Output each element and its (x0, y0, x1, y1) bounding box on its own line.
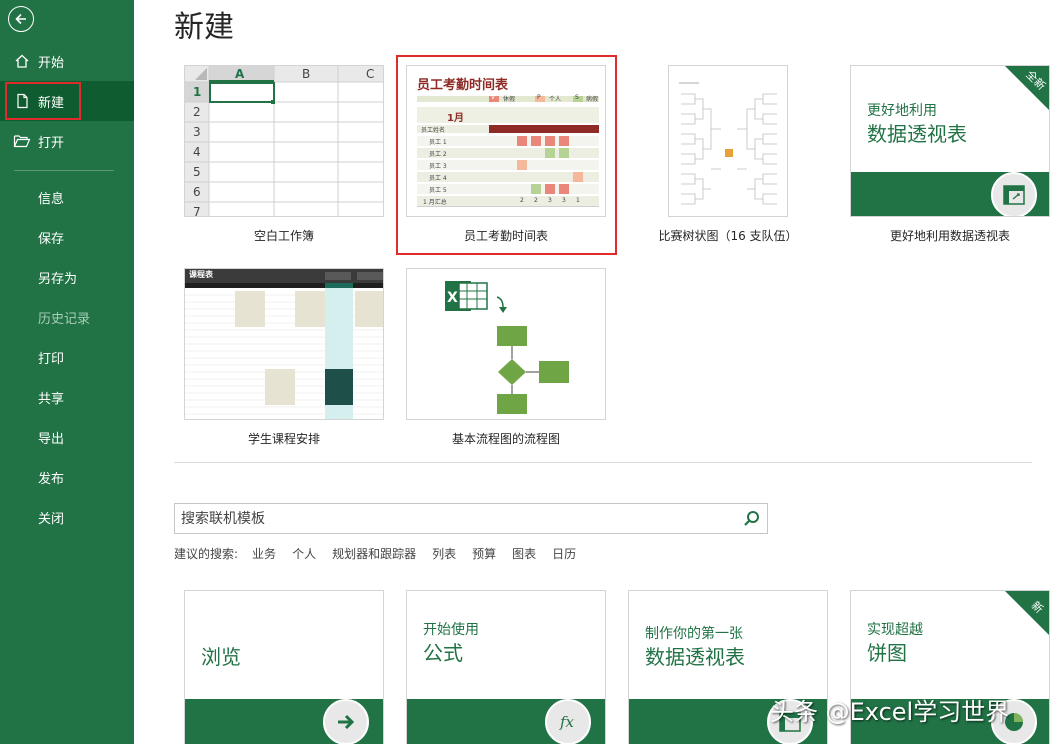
nav-label: 另存为 (38, 271, 78, 287)
tutorial-title: 饼图 (867, 641, 907, 665)
nav-label: 信息 (38, 191, 65, 207)
suggested-link[interactable]: 业务 (252, 545, 276, 561)
tutorial-formulas[interactable]: 开始使用 公式 fx (406, 590, 606, 744)
nav-print[interactable]: 打印 (0, 337, 134, 377)
search-box[interactable] (174, 503, 768, 534)
nav-label: 打印 (38, 351, 65, 367)
suggested-link[interactable]: 列表 (432, 545, 456, 561)
suggested-link[interactable]: 个人 (292, 545, 316, 561)
pivot-table-icon (991, 172, 1037, 216)
suggested-label: 建议的搜索: (174, 547, 239, 561)
template-tournament-bracket[interactable] (668, 65, 788, 217)
tutorial-subtitle: 制作你的第一张 (645, 626, 743, 642)
nav-info[interactable]: 信息 (0, 177, 134, 217)
nav-label: 共享 (38, 391, 65, 407)
tutorial-browse[interactable]: 浏览 (184, 590, 384, 744)
nav-label: 发布 (38, 471, 65, 487)
template-label: 比赛树状图（16 支队伍） (658, 229, 798, 243)
section-divider (174, 462, 1032, 463)
template-student-schedule[interactable]: 课程表 (184, 268, 384, 420)
template-label: 更好地利用数据透视表 (889, 229, 1010, 243)
row-header: 6 (193, 185, 201, 199)
tutorial-title: 公式 (423, 641, 463, 665)
nav-history: 历史记录 (0, 297, 134, 337)
row-header: 2 (193, 105, 201, 119)
blank-sheet-preview (185, 66, 383, 216)
backstage-sidebar: 开始 新建 打开 信息 保存 另存为 历史记录 打印 共享 导出 发布 关闭 (0, 0, 134, 744)
column-header: B (302, 67, 311, 81)
nav-export[interactable]: 导出 (0, 417, 134, 457)
suggested-link[interactable]: 日历 (552, 545, 576, 561)
svg-text:fx: fx (559, 713, 575, 731)
template-label: 基本流程图的流程图 (451, 432, 560, 446)
tutorial-subtitle: 开始使用 (423, 622, 479, 638)
suggested-link[interactable]: 图表 (512, 545, 536, 561)
nav-close[interactable]: 关闭 (0, 497, 134, 537)
template-pivot-table[interactable]: 更好地利用 数据透视表 全新 (850, 65, 1050, 217)
tutorial-title: 数据透视表 (645, 645, 745, 669)
back-arrow-icon (15, 13, 26, 25)
nav-publish[interactable]: 发布 (0, 457, 134, 497)
bracket-preview (679, 82, 777, 205)
suggested-link[interactable]: 规划器和跟踪器 (332, 545, 416, 561)
open-folder-icon (12, 131, 32, 151)
watermark-text: 头条 @Excel学习世界 (770, 698, 1010, 726)
row-header: 5 (193, 165, 201, 179)
row-header: 1 (193, 85, 202, 99)
nav-share[interactable]: 共享 (0, 377, 134, 417)
template-label: 空白工作簿 (253, 229, 314, 243)
svg-text:X: X (447, 290, 458, 306)
column-header: A (235, 67, 245, 81)
selection-highlight (396, 55, 617, 255)
nav-label: 开始 (38, 55, 65, 71)
nav-label: 保存 (38, 231, 65, 247)
nav-label: 关闭 (38, 511, 65, 527)
search-input[interactable] (181, 509, 731, 529)
tutorial-title: 浏览 (201, 645, 241, 669)
suggested-searches: 建议的搜索: 业务 个人 规划器和跟踪器 列表 预算 图表 日历 (174, 545, 592, 561)
function-icon: fx (545, 699, 591, 744)
row-header: 3 (193, 125, 201, 139)
promo-subtitle: 更好地利用 (867, 103, 937, 119)
nav-save-as[interactable]: 另存为 (0, 257, 134, 297)
nav-label: 打开 (38, 135, 65, 151)
nav-label: 历史记录 (38, 311, 91, 327)
selection-highlight (5, 82, 81, 120)
schedule-title: 课程表 (189, 270, 213, 279)
back-button[interactable] (8, 6, 34, 32)
arrow-right-icon (323, 699, 369, 744)
flowchart-preview: X (445, 281, 569, 414)
nav-save[interactable]: 保存 (0, 217, 134, 257)
nav-home[interactable]: 开始 (0, 41, 134, 81)
search-icon[interactable] (743, 510, 761, 528)
tutorial-subtitle: 实现超越 (867, 622, 923, 638)
home-icon (12, 51, 32, 71)
sidebar-divider (14, 170, 114, 171)
nav-open[interactable]: 打开 (0, 121, 134, 161)
template-flowchart[interactable]: X (406, 268, 606, 420)
page-title: 新建 (174, 10, 234, 45)
promo-title: 数据透视表 (867, 122, 967, 146)
suggested-link[interactable]: 预算 (472, 545, 496, 561)
row-header: 7 (193, 205, 201, 217)
column-header: C (366, 67, 375, 81)
corner-ribbon (1005, 591, 1049, 635)
template-label: 学生课程安排 (247, 432, 320, 446)
nav-label: 导出 (38, 431, 65, 447)
row-header: 4 (193, 145, 201, 159)
template-blank-workbook[interactable]: A B C 1 2 3 4 5 6 7 (184, 65, 384, 217)
schedule-preview (185, 269, 383, 419)
